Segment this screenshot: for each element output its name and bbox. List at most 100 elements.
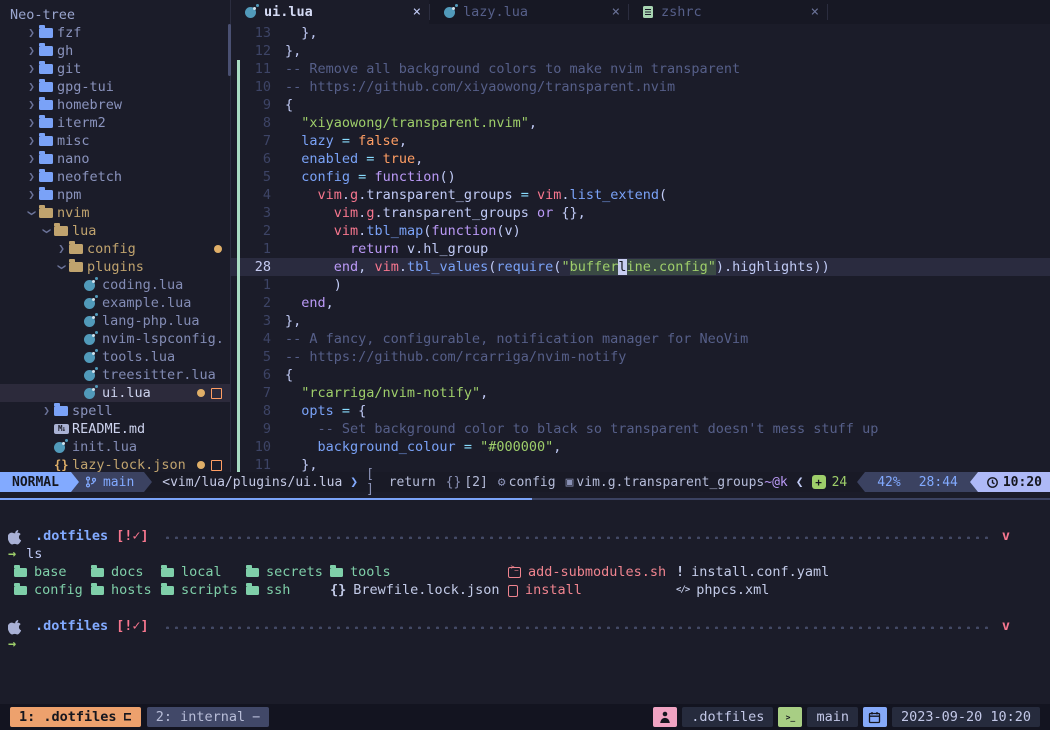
tmux-window-2-internal[interactable]: 2: internal−	[147, 707, 270, 727]
tab-close-icon[interactable]: ×	[612, 4, 620, 20]
expander-arrow-icon[interactable]: ❯	[23, 206, 41, 221]
neotree-item-ui-lua[interactable]: ui.lua	[0, 384, 230, 402]
neotree-item-lang-php-lua[interactable]: lang-php.lua	[0, 312, 230, 330]
neotree-item-init-lua[interactable]: init.lua	[0, 438, 230, 456]
unstaged-square-icon	[211, 460, 222, 471]
ls-item-docs[interactable]: docs	[91, 563, 161, 582]
expander-arrow-icon[interactable]: ❯	[24, 78, 39, 96]
breadcrumb-segment[interactable]: {}[2]	[446, 475, 488, 490]
code-line[interactable]: 12},	[231, 42, 1050, 60]
ls-item-secrets[interactable]: secrets	[246, 563, 330, 582]
tmux-window-1-dotfiles[interactable]: 1: .dotfiles⊏	[10, 707, 141, 727]
tab-lazy-lua[interactable]: lazy.lua×	[430, 0, 628, 24]
tab-ui-lua[interactable]: ui.lua×	[231, 0, 429, 24]
code-line[interactable]: 4-- A fancy, configurable, notification …	[231, 330, 1050, 348]
code-line[interactable]: 2 vim.tbl_map(function(v)	[231, 222, 1050, 240]
command-line-current[interactable]: →	[0, 635, 1050, 654]
code-line[interactable]: 7 lazy = false,	[231, 132, 1050, 150]
neotree-item-spell[interactable]: ❯spell	[0, 402, 230, 420]
code-line[interactable]: 8 opts = {	[231, 402, 1050, 420]
code-text: end,	[285, 294, 334, 312]
neotree-item-config[interactable]: ❯config	[0, 240, 230, 258]
neotree-item-iterm2[interactable]: ❯iterm2	[0, 114, 230, 132]
code-line[interactable]: 1 )	[231, 276, 1050, 294]
neotree-item-gh[interactable]: ❯gh	[0, 42, 230, 60]
editor-buffer[interactable]: 13 },12},11-- Remove all background colo…	[231, 24, 1050, 474]
code-line[interactable]: 7 "rcarriga/nvim-notify",	[231, 384, 1050, 402]
expander-arrow-icon[interactable]: ❯	[39, 402, 54, 420]
code-line[interactable]: 3},	[231, 312, 1050, 330]
neotree-item-lua[interactable]: ❯lua	[0, 222, 230, 240]
code-line[interactable]: 6{	[231, 366, 1050, 384]
neotree-item-homebrew[interactable]: ❯homebrew	[0, 96, 230, 114]
code-line[interactable]: 2 end,	[231, 294, 1050, 312]
neotree-item-plugins[interactable]: ❯plugins	[0, 258, 230, 276]
ls-item-hosts[interactable]: hosts	[91, 581, 161, 600]
expander-arrow-icon[interactable]: ❯	[53, 260, 71, 275]
code-line[interactable]: 28 end, vim.tbl_values(require("bufferli…	[231, 258, 1050, 276]
expander-arrow-icon[interactable]: ❯	[38, 224, 56, 239]
code-line[interactable]: 6 enabled = true,	[231, 150, 1050, 168]
neotree-item-nano[interactable]: ❯nano	[0, 150, 230, 168]
ls-item-config[interactable]: config	[14, 581, 91, 600]
expander-arrow-icon[interactable]: ❯	[24, 96, 39, 114]
shell-pane[interactable]: .dotfiles [!✓] v → ls basedocslocalsecre…	[0, 500, 1050, 704]
breadcrumb-chevron: ❯	[350, 475, 358, 490]
lua-icon	[444, 7, 455, 18]
code-line[interactable]: 4 vim.g.transparent_groups = vim.list_ex…	[231, 186, 1050, 204]
neotree-item-example-lua[interactable]: example.lua	[0, 294, 230, 312]
code-line[interactable]: 13 },	[231, 24, 1050, 42]
neotree-item-readme-md[interactable]: M↓README.md	[0, 420, 230, 438]
ls-item-tools[interactable]: tools	[330, 563, 508, 582]
ls-item-local[interactable]: local	[161, 563, 246, 582]
expander-arrow-icon[interactable]: ❯	[24, 114, 39, 132]
ls-item-install-conf-yaml[interactable]: !install.conf.yaml	[676, 563, 829, 582]
code-line[interactable]: 1 return v.hl_group	[231, 240, 1050, 258]
tab-close-icon[interactable]: ×	[413, 4, 421, 20]
expander-arrow-icon[interactable]: ❯	[24, 168, 39, 186]
ls-item-scripts[interactable]: scripts	[161, 581, 246, 600]
neotree-item-coding-lua[interactable]: coding.lua	[0, 276, 230, 294]
neotree-item-tools-lua[interactable]: tools.lua	[0, 348, 230, 366]
neotree-item-fzf[interactable]: ❯fzf	[0, 24, 230, 42]
neotree-item-nvim-lspconfig-[interactable]: nvim-lspconfig.	[0, 330, 230, 348]
code-line[interactable]: 5-- https://github.com/rcarriga/nvim-not…	[231, 348, 1050, 366]
powerline-arrow	[857, 472, 865, 492]
tab-zshrc[interactable]: zshrc×	[629, 0, 827, 24]
expander-arrow-icon[interactable]: ❯	[24, 42, 39, 60]
breadcrumb-segment[interactable]: [ ]return	[366, 467, 436, 497]
neotree-item-neofetch[interactable]: ❯neofetch	[0, 168, 230, 186]
neotree-item-lazy-lock-json[interactable]: {}lazy-lock.json	[0, 456, 230, 472]
breadcrumb-segment[interactable]: ▣vim.g.transparent_groups	[566, 475, 765, 490]
ls-item-base[interactable]: base	[14, 563, 91, 582]
ls-item-ssh[interactable]: ssh	[246, 581, 330, 600]
neotree-item-gpg-tui[interactable]: ❯gpg-tui	[0, 78, 230, 96]
tab-close-icon[interactable]: ×	[811, 4, 819, 20]
breadcrumb-segment[interactable]: ⚙config	[498, 475, 556, 490]
ls-item-add-submodules-sh[interactable]: >_add-submodules.sh	[508, 563, 676, 582]
folder-open-icon	[39, 208, 53, 218]
neotree-item-git[interactable]: ❯git	[0, 60, 230, 78]
expander-arrow-icon[interactable]: ❯	[24, 60, 39, 78]
expander-arrow-icon[interactable]: ❯	[24, 150, 39, 168]
code-line[interactable]: 11-- Remove all background colors to mak…	[231, 60, 1050, 78]
expander-arrow-icon[interactable]: ❯	[24, 132, 39, 150]
code-line[interactable]: 9 -- Set background color to black so tr…	[231, 420, 1050, 438]
neotree-item-nvim[interactable]: ❯nvim	[0, 204, 230, 222]
neotree-item-treesitter-lua[interactable]: treesitter.lua	[0, 366, 230, 384]
ls-item-brewfile-lock-json[interactable]: {}Brewfile.lock.json	[330, 581, 508, 600]
neotree-item-misc[interactable]: ❯misc	[0, 132, 230, 150]
code-line[interactable]: 9{	[231, 96, 1050, 114]
ls-item-install[interactable]: install	[508, 581, 676, 600]
expander-arrow-icon[interactable]: ❯	[24, 186, 39, 204]
code-line[interactable]: 10-- https://github.com/xiyaowong/transp…	[231, 78, 1050, 96]
code-line[interactable]: 8 "xiyaowong/transparent.nvim",	[231, 114, 1050, 132]
code-line[interactable]: 5 config = function()	[231, 168, 1050, 186]
neotree-item-npm[interactable]: ❯npm	[0, 186, 230, 204]
code-line[interactable]: 3 vim.g.transparent_groups or {},	[231, 204, 1050, 222]
code-line[interactable]: 10 background_colour = "#000000",	[231, 438, 1050, 456]
expander-arrow-icon[interactable]: ❯	[54, 240, 69, 258]
expander-arrow-icon[interactable]: ❯	[24, 24, 39, 42]
ls-item-phpcs-xml[interactable]: </>phpcs.xml	[676, 581, 769, 600]
code-text: config = function()	[285, 168, 456, 186]
